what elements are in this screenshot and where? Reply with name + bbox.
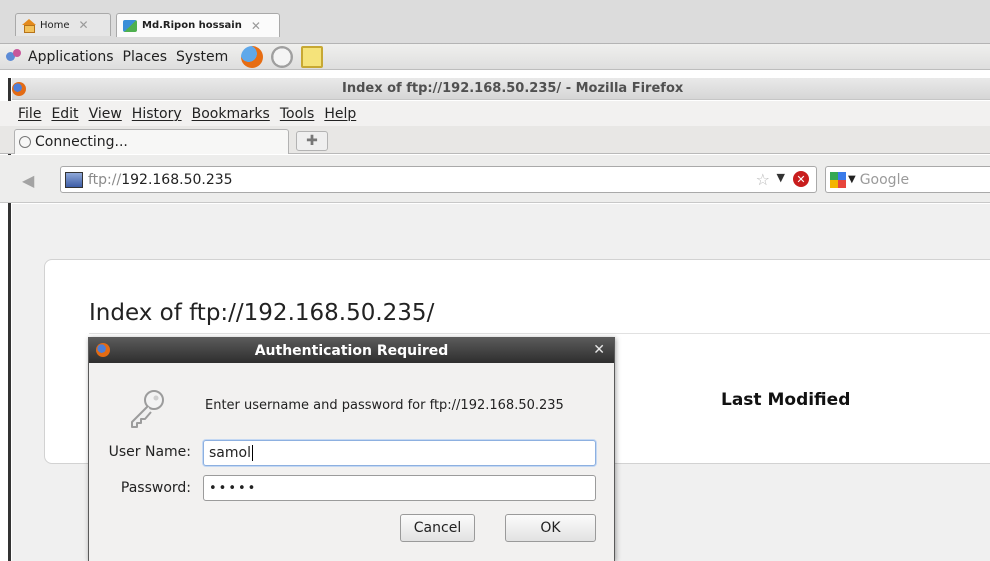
mail-launcher-icon[interactable]: [271, 45, 294, 68]
password-label: Password:: [120, 480, 191, 496]
loading-spinner-icon: [19, 136, 31, 148]
notes-launcher-icon[interactable]: [301, 45, 324, 68]
close-icon[interactable]: ✕: [79, 18, 89, 32]
menubar: File Edit View History Bookmarks Tools H…: [0, 101, 990, 126]
menu-tools[interactable]: Tools: [280, 106, 315, 122]
username-value: samol: [209, 445, 251, 461]
menu-history[interactable]: History: [132, 106, 182, 122]
ok-button[interactable]: OK: [505, 514, 596, 542]
viewer-tab-strip: Home ✕ Md.Ripon hossain ✕: [0, 0, 990, 44]
browser-tabbar: Connecting... ✚: [0, 126, 990, 154]
menu-file[interactable]: File: [18, 106, 41, 122]
firefox-icon: [12, 81, 26, 96]
firefox-launcher-icon[interactable]: [241, 45, 264, 68]
browser-tab-label: Connecting...: [35, 134, 128, 150]
search-bar[interactable]: ▼ Google: [825, 166, 990, 193]
username-label: User Name:: [108, 444, 191, 460]
url-bar[interactable]: ftp://192.168.50.235 ☆ ▼ ✕: [60, 166, 817, 193]
new-tab-button[interactable]: ✚: [296, 131, 328, 151]
dialog-message: Enter username and password for ftp://19…: [205, 398, 564, 413]
dialog-title: Authentication Required: [254, 342, 449, 359]
cancel-button[interactable]: Cancel: [400, 514, 475, 542]
page-title: Index of ftp://192.168.50.235/: [89, 300, 435, 326]
password-mask: •••••: [209, 480, 258, 496]
chevron-down-icon[interactable]: ▼: [848, 174, 856, 185]
menu-places[interactable]: Places: [123, 49, 168, 65]
stop-icon[interactable]: ✕: [793, 171, 809, 187]
gnome-foot-icon: [6, 48, 22, 65]
viewer-tab-home[interactable]: Home ✕: [15, 13, 111, 36]
column-header-last-modified[interactable]: Last Modified: [721, 390, 850, 410]
menu-help[interactable]: Help: [324, 106, 356, 122]
username-field[interactable]: samol: [203, 440, 596, 466]
viewer-tab-label: Md.Ripon hossain: [142, 20, 242, 31]
search-placeholder: Google: [859, 171, 910, 188]
menu-system[interactable]: System: [176, 49, 228, 65]
window-title: Index of ftp://192.168.50.235/ - Mozilla…: [342, 81, 684, 96]
browser-tab[interactable]: Connecting...: [14, 129, 289, 154]
home-icon: [22, 19, 36, 33]
viewer-tab-remote[interactable]: Md.Ripon hossain ✕: [116, 13, 280, 37]
navigation-toolbar: ◀ ftp://192.168.50.235 ☆ ▼ ✕ ▼ Google: [0, 155, 990, 203]
divider: [89, 333, 990, 334]
key-icon: [131, 390, 164, 428]
text-caret: [251, 445, 253, 461]
password-field[interactable]: •••••: [203, 475, 596, 501]
close-icon[interactable]: ✕: [251, 19, 261, 33]
menu-edit[interactable]: Edit: [51, 106, 78, 122]
back-arrow-icon[interactable]: ◀: [22, 171, 34, 190]
auth-dialog: Authentication Required ✕ Enter username…: [88, 337, 615, 561]
bookmark-star-icon[interactable]: ☆: [756, 170, 770, 189]
chevron-down-icon[interactable]: ▼: [777, 171, 785, 184]
gnome-panel: Applications Places System: [0, 44, 990, 70]
site-identity-icon[interactable]: [65, 171, 83, 188]
viewer-tab-label: Home: [40, 19, 70, 31]
network-icon: [123, 19, 137, 32]
close-icon[interactable]: ✕: [593, 342, 605, 358]
plus-icon: ✚: [306, 133, 318, 149]
firefox-titlebar: Index of ftp://192.168.50.235/ - Mozilla…: [12, 78, 990, 100]
menu-applications[interactable]: Applications: [28, 49, 114, 65]
menu-view[interactable]: View: [89, 106, 122, 122]
dialog-titlebar: Authentication Required ✕: [89, 338, 614, 363]
search-engine-icon[interactable]: [830, 171, 846, 188]
menu-bookmarks[interactable]: Bookmarks: [192, 106, 270, 122]
url-protocol: ftp://: [88, 171, 122, 188]
url-host: 192.168.50.235: [121, 171, 233, 188]
